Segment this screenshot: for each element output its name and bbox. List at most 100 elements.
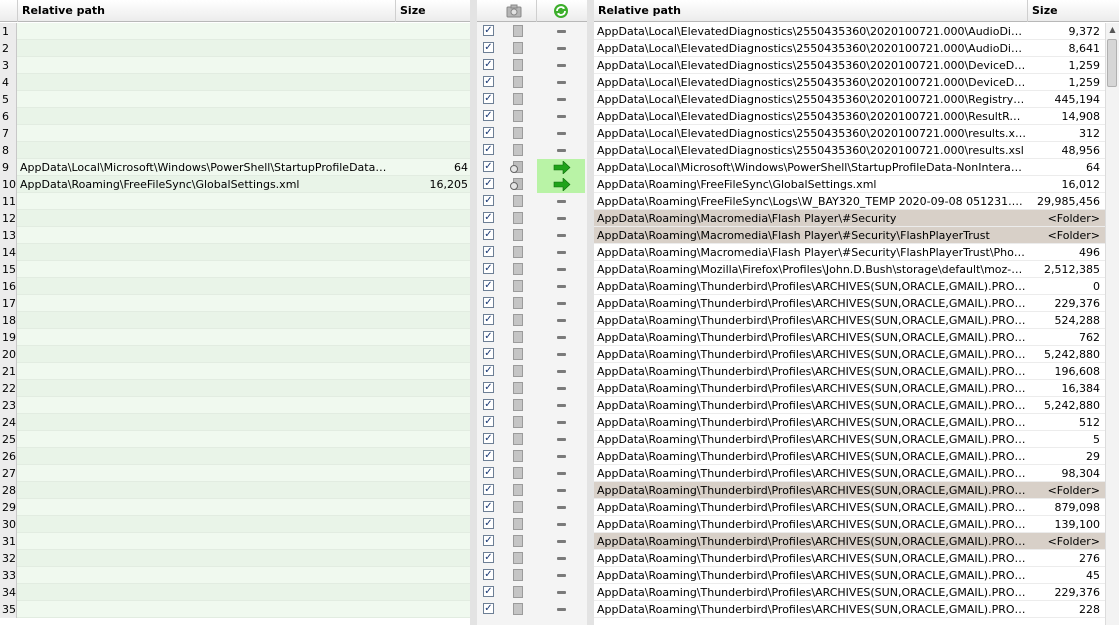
sync-action-cell[interactable] [537, 329, 585, 346]
sync-action-cell[interactable] [537, 159, 585, 176]
table-row[interactable]: 23 [0, 397, 470, 414]
include-checkbox[interactable]: ✓ [483, 501, 494, 512]
table-row[interactable]: 9 AppData\Local\Microsoft\Windows\PowerSh… [0, 159, 470, 176]
table-row[interactable]: AppData\Local\ElevatedDiagnostics\255043… [594, 108, 1106, 125]
sync-action-cell[interactable] [537, 210, 585, 227]
table-row[interactable]: AppData\Roaming\Thunderbird\Profiles\ARC… [594, 567, 1106, 584]
include-checkbox[interactable]: ✓ [483, 433, 494, 444]
table-row[interactable]: AppData\Local\ElevatedDiagnostics\255043… [594, 23, 1106, 40]
table-row[interactable]: AppData\Roaming\Thunderbird\Profiles\ARC… [594, 499, 1106, 516]
table-row[interactable]: AppData\Local\ElevatedDiagnostics\255043… [594, 74, 1106, 91]
include-checkbox[interactable]: ✓ [483, 586, 494, 597]
table-row[interactable]: AppData\Roaming\Thunderbird\Profiles\ARC… [594, 397, 1106, 414]
include-checkbox[interactable]: ✓ [483, 552, 494, 563]
include-checkbox[interactable]: ✓ [483, 59, 494, 70]
table-row[interactable]: AppData\Roaming\Thunderbird\Profiles\ARC… [594, 550, 1106, 567]
include-checkbox[interactable]: ✓ [483, 569, 494, 580]
table-row[interactable]: AppData\Roaming\Thunderbird\Profiles\ARC… [594, 431, 1106, 448]
include-checkbox[interactable]: ✓ [483, 263, 494, 274]
sync-action-cell[interactable] [537, 40, 585, 57]
include-checkbox[interactable]: ✓ [483, 297, 494, 308]
include-checkbox[interactable]: ✓ [483, 229, 494, 240]
left-column-size[interactable]: Size [396, 0, 470, 22]
sync-action-cell[interactable] [537, 346, 585, 363]
sync-action-cell[interactable] [537, 584, 585, 601]
include-checkbox[interactable]: ✓ [483, 365, 494, 376]
sync-action-cell[interactable] [537, 91, 585, 108]
splitter-right[interactable] [587, 0, 594, 625]
include-checkbox[interactable]: ✓ [483, 76, 494, 87]
sync-action-cell[interactable] [537, 261, 585, 278]
table-row[interactable]: 24 [0, 414, 470, 431]
include-checkbox[interactable]: ✓ [483, 399, 494, 410]
table-row[interactable]: AppData\Local\Microsoft\Windows\PowerShe… [594, 159, 1106, 176]
include-checkbox[interactable]: ✓ [483, 314, 494, 325]
sync-action-cell[interactable] [537, 125, 585, 142]
sync-action-cell[interactable] [537, 193, 585, 210]
table-row[interactable]: AppData\Local\ElevatedDiagnostics\255043… [594, 57, 1106, 74]
table-row[interactable]: 22 [0, 380, 470, 397]
left-column-relative-path[interactable]: Relative path [18, 0, 396, 22]
table-row[interactable]: AppData\Roaming\Macromedia\Flash Player\… [594, 227, 1106, 244]
include-checkbox[interactable]: ✓ [483, 382, 494, 393]
sync-action-cell[interactable] [537, 550, 585, 567]
table-row[interactable]: AppData\Local\ElevatedDiagnostics\255043… [594, 142, 1106, 159]
table-row[interactable]: 16 [0, 278, 470, 295]
table-row[interactable]: 12 [0, 210, 470, 227]
sync-action-cell[interactable] [537, 23, 585, 40]
table-row[interactable]: AppData\Roaming\FreeFileSync\Logs\W_BAY3… [594, 193, 1106, 210]
table-row[interactable]: AppData\Roaming\Macromedia\Flash Player\… [594, 210, 1106, 227]
table-row[interactable]: 17 [0, 295, 470, 312]
table-row[interactable]: 3 [0, 57, 470, 74]
include-checkbox[interactable]: ✓ [483, 195, 494, 206]
sync-action-cell[interactable] [537, 567, 585, 584]
sync-action-cell[interactable] [537, 278, 585, 295]
sync-action-cell[interactable] [537, 482, 585, 499]
table-row[interactable]: AppData\Roaming\FreeFileSync\GlobalSetti… [594, 176, 1106, 193]
include-checkbox[interactable]: ✓ [483, 161, 494, 172]
table-row[interactable]: 13 [0, 227, 470, 244]
table-row[interactable]: 20 [0, 346, 470, 363]
table-row[interactable]: AppData\Local\ElevatedDiagnostics\255043… [594, 125, 1106, 142]
table-row[interactable]: AppData\Roaming\Thunderbird\Profiles\ARC… [594, 482, 1106, 499]
table-row[interactable]: 15 [0, 261, 470, 278]
table-row[interactable]: AppData\Roaming\Thunderbird\Profiles\ARC… [594, 533, 1106, 550]
table-row[interactable]: 31 [0, 533, 470, 550]
include-checkbox[interactable]: ✓ [483, 246, 494, 257]
sync-action-cell[interactable] [537, 363, 585, 380]
include-checkbox[interactable]: ✓ [483, 42, 494, 53]
table-row[interactable]: 21 [0, 363, 470, 380]
sync-action-cell[interactable] [537, 244, 585, 261]
table-row[interactable]: 19 [0, 329, 470, 346]
sync-action-cell[interactable] [537, 414, 585, 431]
table-row[interactable]: AppData\Roaming\Macromedia\Flash Player\… [594, 244, 1106, 261]
table-row[interactable]: AppData\Roaming\Mozilla\Firefox\Profiles… [594, 261, 1106, 278]
sync-action-cell[interactable] [537, 295, 585, 312]
scroll-thumb[interactable] [1107, 39, 1117, 87]
include-checkbox[interactable]: ✓ [483, 467, 494, 478]
include-checkbox[interactable]: ✓ [483, 348, 494, 359]
table-row[interactable]: 2 [0, 40, 470, 57]
sync-action-cell[interactable] [537, 397, 585, 414]
sync-action-cell[interactable] [537, 448, 585, 465]
right-vertical-scrollbar[interactable]: ▲ [1105, 23, 1119, 625]
table-row[interactable]: AppData\Roaming\Thunderbird\Profiles\ARC… [594, 448, 1106, 465]
table-row[interactable]: 35 [0, 601, 470, 618]
table-row[interactable]: 4 [0, 74, 470, 91]
include-checkbox[interactable]: ✓ [483, 212, 494, 223]
table-row[interactable]: AppData\Roaming\Thunderbird\Profiles\ARC… [594, 584, 1106, 601]
sync-action-cell[interactable] [537, 499, 585, 516]
middle-column-action[interactable] [537, 0, 587, 22]
table-row[interactable]: 32 [0, 550, 470, 567]
sync-action-cell[interactable] [537, 312, 585, 329]
table-row[interactable]: 34 [0, 584, 470, 601]
include-checkbox[interactable]: ✓ [483, 331, 494, 342]
table-row[interactable]: 1 [0, 23, 470, 40]
sync-action-cell[interactable] [537, 533, 585, 550]
table-row[interactable]: AppData\Roaming\Thunderbird\Profiles\ARC… [594, 295, 1106, 312]
table-row[interactable]: 29 [0, 499, 470, 516]
include-checkbox[interactable]: ✓ [483, 178, 494, 189]
include-checkbox[interactable]: ✓ [483, 535, 494, 546]
right-column-size[interactable]: Size [1028, 0, 1119, 22]
table-row[interactable]: AppData\Roaming\Thunderbird\Profiles\ARC… [594, 465, 1106, 482]
